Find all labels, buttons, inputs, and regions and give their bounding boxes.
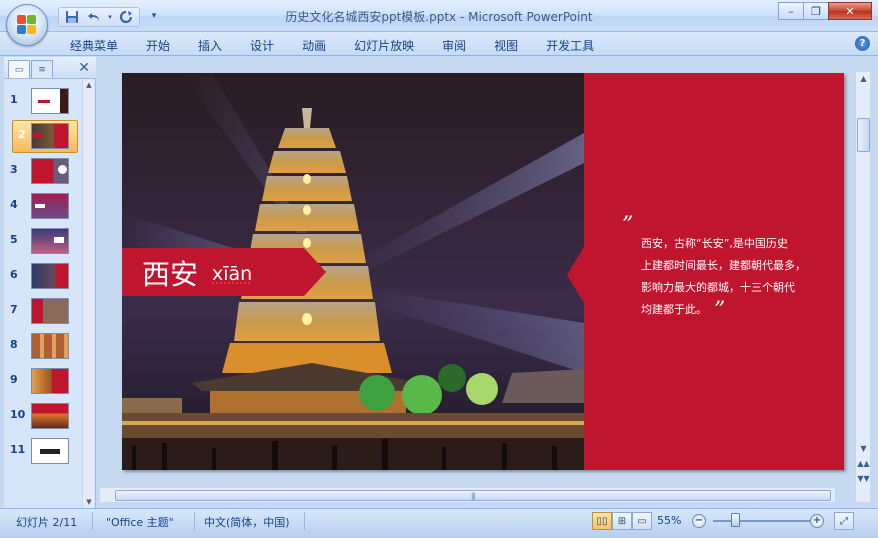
slide-thumbnail-image [31, 298, 69, 324]
window-title: 历史文化名城西安ppt模板.pptx - Microsoft PowerPoin… [285, 10, 593, 24]
office-logo-icon [17, 15, 37, 35]
slide-number: 8 [10, 338, 18, 351]
slide-thumbnail-image [31, 263, 69, 289]
next-slide-icon[interactable]: ▼▼ [856, 472, 871, 486]
slide-position-status: 幻灯片 2/11 [16, 516, 78, 529]
slide-thumbnail-image [31, 158, 69, 184]
slide-number: 11 [10, 443, 26, 456]
outline-tab-icon[interactable]: ≡ [31, 60, 53, 78]
help-icon[interactable]: ? [855, 36, 870, 51]
slide-number: 3 [10, 163, 18, 176]
slide-number: 9 [10, 373, 18, 386]
slide-number: 2 [18, 128, 26, 141]
slide-number: 1 [10, 93, 18, 106]
slide-sorter-view-icon[interactable]: ⊞ [612, 512, 632, 530]
slide-number: 5 [10, 233, 18, 246]
work-area: ▭ ≡ ✕ 1 2 3 4 5 6 7 8 9 10 11 ▲ ▼ 西安 xīā… [0, 57, 878, 508]
window-controls: – ❐ ✕ [778, 2, 872, 20]
ribbon: 经典菜单 开始 插入 设计 动画 幻灯片放映 审阅 视图 开发工具 ? [0, 32, 878, 56]
tab-home[interactable]: 开始 [132, 35, 184, 56]
title-bar: ▾ ▾ 历史文化名城西安ppt模板.pptx - Microsoft Power… [0, 0, 878, 32]
tab-slide-show[interactable]: 幻灯片放映 [340, 35, 428, 56]
slide-thumbnail-image [31, 228, 69, 254]
status-divider [92, 512, 93, 530]
tab-classic-menu[interactable]: 经典菜单 [56, 35, 132, 56]
slide-number: 7 [10, 303, 18, 316]
zoom-in-icon[interactable]: + [810, 514, 824, 528]
slide-thumbnail-image [31, 438, 69, 464]
zoom-level[interactable]: 55% [657, 514, 681, 527]
scroll-up-icon[interactable]: ▲ [83, 79, 95, 91]
slide-title-pinyin[interactable]: xīān [212, 263, 252, 285]
scroll-down-icon[interactable]: ▼ [83, 496, 95, 508]
tab-design[interactable]: 设计 [236, 35, 288, 56]
fit-to-window-icon[interactable]: ⤢ [834, 512, 854, 530]
tab-view[interactable]: 视图 [480, 35, 532, 56]
slide-title-chinese[interactable]: 西安 [142, 253, 198, 293]
zoom-slider-thumb[interactable] [731, 513, 740, 527]
ribbon-tabs: 经典菜单 开始 插入 设计 动画 幻灯片放映 审阅 视图 开发工具 [56, 35, 608, 56]
slide-editing-area: 西安 xīān ” 西安，古称“长安”,是中国历史 上建都时间最长，建都朝代最多… [99, 57, 853, 487]
slide-thumbnail-image [31, 368, 69, 394]
tab-insert[interactable]: 插入 [184, 35, 236, 56]
red-panel-pointer [567, 245, 585, 305]
language-status[interactable]: 中文(简体，中国) [204, 514, 290, 530]
close-panel-icon[interactable]: ✕ [78, 60, 90, 76]
minimize-button[interactable]: – [778, 2, 804, 20]
slide-thumbnail-image [31, 193, 69, 219]
slides-tab-icon[interactable]: ▭ [8, 60, 30, 78]
description-line-3: 影响力最大的都城，十三个朝代 [641, 281, 795, 294]
close-button[interactable]: ✕ [828, 2, 872, 20]
previous-slide-icon[interactable]: ▲▲ [856, 457, 871, 471]
slide-number: 6 [10, 268, 18, 281]
scrollbar-thumb[interactable] [857, 118, 870, 152]
status-divider [194, 512, 195, 530]
tab-animations[interactable]: 动画 [288, 35, 340, 56]
slide-thumbnail-image [31, 123, 69, 149]
zoom-out-icon[interactable]: − [692, 514, 706, 528]
office-button[interactable] [6, 4, 48, 46]
slide-number: 4 [10, 198, 18, 211]
slide-thumbnail-image [31, 403, 69, 429]
title-banner-arrow [304, 248, 326, 296]
panel-tabs: ▭ ≡ ✕ [4, 57, 96, 79]
open-quote-mark: ” [622, 213, 634, 238]
description-line-1: 西安，古称“长安”,是中国历史 [641, 237, 788, 250]
horizontal-scrollbar[interactable]: ||| [100, 487, 835, 502]
normal-view-icon[interactable]: ▯▯ [592, 512, 612, 530]
slide-show-view-icon[interactable]: ▭ [632, 512, 652, 530]
vertical-scrollbar[interactable]: ▲ ▼ ▲▲ ▼▼ [855, 72, 870, 502]
slides-panel: ▭ ≡ ✕ 1 2 3 4 5 6 7 8 9 10 11 ▲ ▼ [4, 57, 96, 508]
scroll-up-icon[interactable]: ▲ [856, 72, 871, 86]
theme-status: "Office 主题" [106, 516, 174, 529]
restore-button[interactable]: ❐ [803, 2, 829, 20]
slide-canvas[interactable]: 西安 xīān ” 西安，古称“长安”,是中国历史 上建都时间最长，建都朝代最多… [122, 73, 844, 470]
slide-thumbnail-image [31, 333, 69, 359]
tab-review[interactable]: 审阅 [428, 35, 480, 56]
status-divider [304, 512, 305, 530]
status-bar: 幻灯片 2/11 "Office 主题" 中文(简体，中国) ▯▯ ⊞ ▭ 55… [0, 508, 878, 538]
tab-developer[interactable]: 开发工具 [532, 35, 608, 56]
scroll-down-icon[interactable]: ▼ [856, 442, 871, 456]
close-quote-mark: ” [714, 298, 726, 323]
panel-scrollbar[interactable]: ▲ ▼ [82, 79, 94, 508]
description-line-4: 均建都于此。 [641, 303, 707, 316]
slide-thumbnail-image [31, 88, 69, 114]
scrollbar-thumb[interactable]: ||| [115, 490, 831, 501]
slide-number: 10 [10, 408, 26, 421]
zoom-slider[interactable] [713, 520, 811, 522]
slide-description[interactable]: 西安，古称“长安”,是中国历史 上建都时间最长，建都朝代最多， 影响力最大的都城… [641, 233, 821, 321]
description-line-2: 上建都时间最长，建都朝代最多， [641, 259, 806, 272]
